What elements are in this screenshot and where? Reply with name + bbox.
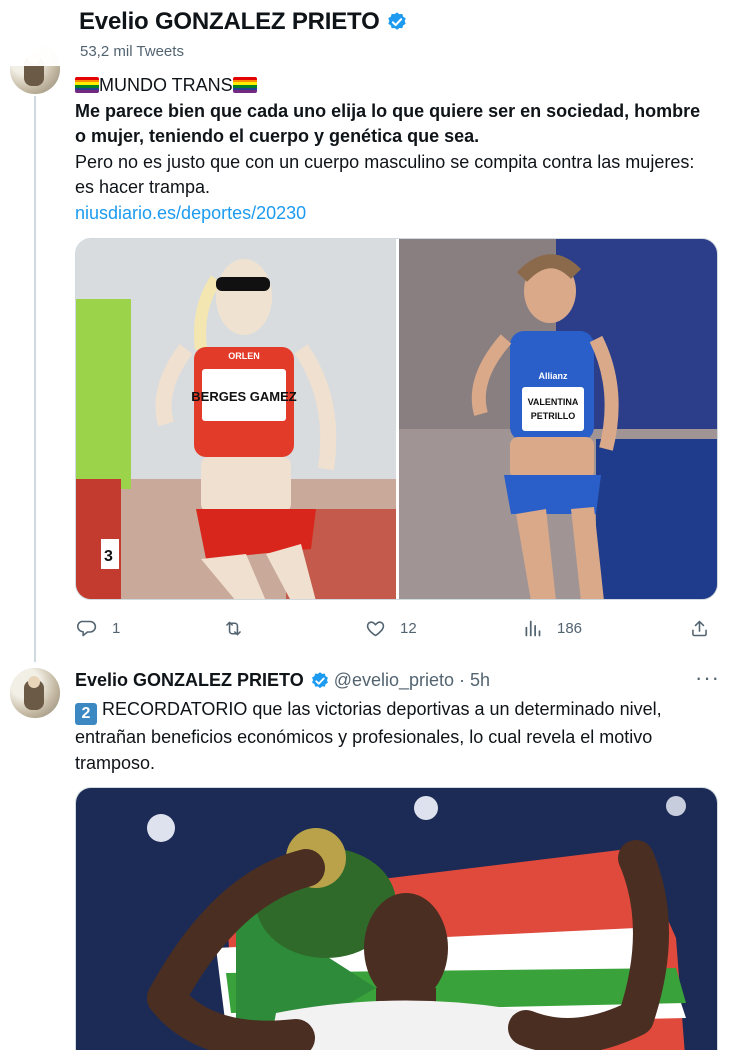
side-number: 3: [104, 548, 113, 565]
verified-badge-icon: [387, 12, 406, 30]
tweet-media[interactable]: [75, 787, 718, 1050]
thread-line: [34, 96, 36, 662]
right-bib-line1: VALENTINA: [528, 397, 579, 407]
like-count: 12: [400, 619, 417, 637]
author-name[interactable]: Evelio GONZALEZ PRIETO: [75, 670, 304, 691]
retweet-button[interactable]: [223, 612, 258, 644]
tweet-text: 2 RECORDATORIO que las victorias deporti…: [75, 697, 705, 776]
tweet-meta: Evelio GONZALEZ PRIETO @evelio_prieto · …: [75, 670, 490, 691]
views-button[interactable]: 186: [522, 612, 582, 644]
tweet-count: 53,2 mil Tweets: [80, 43, 184, 60]
athlete-flag-photo: [76, 788, 717, 1050]
share-icon: [692, 620, 707, 636]
left-sponsor: ORLEN: [228, 351, 260, 361]
rainbow-flag-icon: [75, 77, 99, 93]
avatar[interactable]: [10, 668, 60, 718]
verified-badge-icon: [311, 671, 328, 688]
reply-icon: [77, 620, 97, 636]
more-icon[interactable]: ···: [695, 667, 719, 692]
tweet-bold-text: Me parece bien que cada uno elija lo que…: [75, 100, 701, 147]
rainbow-flag-icon: [232, 77, 257, 93]
right-sponsor: Allianz: [538, 371, 568, 381]
tweet-body-text: RECORDATORIO que las victorias deportiva…: [75, 699, 662, 773]
header-name-row: Evelio GONZALEZ PRIETO: [79, 8, 408, 36]
author-handle[interactable]: @evelio_prieto · 5h: [334, 670, 490, 691]
like-button[interactable]: 12: [365, 612, 417, 644]
retweet-icon: [226, 621, 241, 635]
athletes-photo: 3 ORLEN BERGES GAMEZ Allianz VALENTINA P…: [76, 239, 717, 599]
header-title: Evelio GONZALEZ PRIETO: [79, 8, 380, 35]
views-icon: [525, 620, 541, 636]
tweet-media[interactable]: 3 ORLEN BERGES GAMEZ Allianz VALENTINA P…: [75, 238, 718, 600]
like-icon: [366, 620, 385, 636]
share-button[interactable]: [689, 612, 710, 644]
tweet-actions: 1 12 186: [75, 612, 715, 644]
left-bib: BERGES GAMEZ: [191, 389, 297, 404]
reply-button[interactable]: 1: [77, 612, 120, 644]
right-bib-line2: PETRILLO: [531, 411, 576, 421]
reply-count: 1: [112, 619, 121, 637]
tweet-text: MUNDO TRANS Me parece bien que cada uno …: [75, 73, 715, 226]
tweet-link[interactable]: niusdiario.es/deportes/20230: [75, 201, 715, 227]
views-count: 186: [557, 619, 583, 637]
keycap-2-icon: 2: [75, 703, 97, 725]
profile-header: Evelio GONZALEZ PRIETO 53,2 mil Tweets: [0, 0, 746, 66]
tweet-body-text: Pero no es justo que con un cuerpo mascu…: [75, 151, 695, 198]
tweet-heading-line: MUNDO TRANS: [75, 73, 715, 99]
tweet-heading: MUNDO TRANS: [99, 75, 233, 95]
